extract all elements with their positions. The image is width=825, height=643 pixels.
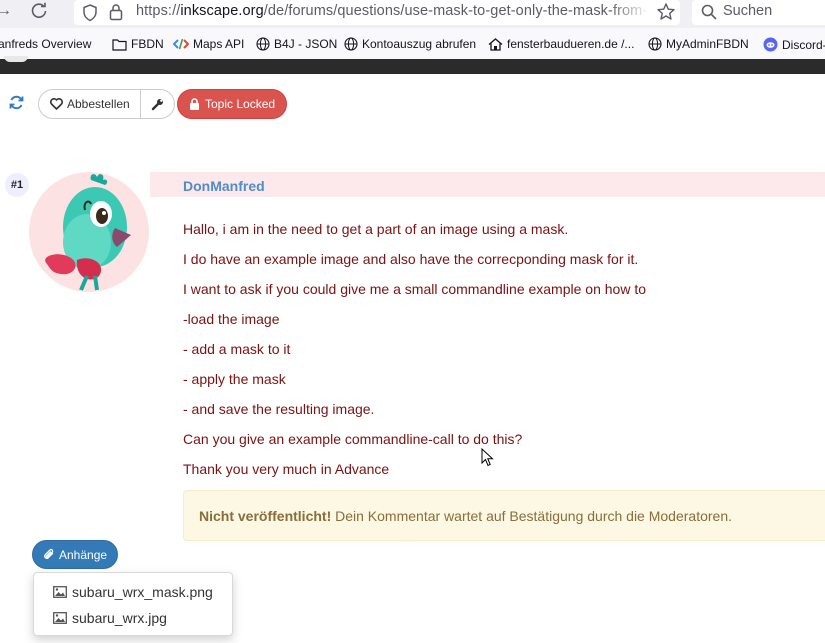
folder-icon: [112, 38, 127, 51]
post-line: Hallo, i am in the need to get a part of…: [183, 221, 569, 237]
code-icon: [173, 38, 189, 50]
attachments-label: Anhänge: [59, 547, 108, 562]
bookmarks-bar: anfreds Overview FBDN Maps API B4J - JSO…: [0, 28, 825, 60]
bookmark-label: FBDN: [131, 37, 164, 51]
unsubscribe-label: Abbestellen: [67, 97, 130, 111]
url-fade: [610, 0, 650, 25]
url-path: /de/forums/questions/use-mask-to-get-onl…: [263, 3, 648, 19]
post-line: I want to ask if you could give me a sma…: [183, 281, 647, 297]
subscription-button-group: Abbestellen: [38, 89, 175, 119]
wrench-icon: [151, 98, 163, 110]
bookmark-label: fensterbaudueren.de /...: [507, 37, 635, 51]
alert-text: Dein Kommentar wartet auf Bestätigung du…: [331, 508, 733, 524]
tools-button[interactable]: [141, 90, 174, 118]
globe-icon: [344, 37, 358, 51]
moderation-alert: Nicht veröffentlicht! Dein Kommentar war…: [183, 490, 825, 541]
bookmark-kontoauszug[interactable]: Kontoauszug abrufen: [344, 37, 476, 51]
back-arrow-icon[interactable]: →: [0, 2, 12, 20]
unsubscribe-button[interactable]: Abbestellen: [39, 90, 141, 118]
reload-icon[interactable]: [30, 2, 48, 20]
bookmark-label: Maps API: [193, 37, 245, 51]
post-line: Can you give an example commandline-call…: [183, 431, 523, 447]
post-body: Hallo, i am in the need to get a part of…: [183, 221, 823, 491]
bookmark-discord[interactable]: Discord-: [763, 37, 825, 52]
attachments-button[interactable]: Anhänge: [32, 540, 119, 569]
image-file-icon: [53, 586, 67, 598]
shield-icon[interactable]: [82, 4, 98, 22]
bookmark-fensterbau[interactable]: fensterbaudueren.de /...: [488, 37, 634, 51]
bookmark-label: B4J - JSON: [274, 37, 338, 51]
alert-strong: Nicht veröffentlicht!: [199, 508, 332, 524]
search-icon: [701, 4, 717, 20]
avatar[interactable]: [29, 172, 149, 292]
bookmark-label: Kontoauszug abrufen: [362, 37, 477, 51]
url-prefix: https://: [136, 3, 181, 19]
attachments-menu: subaru_wrx_mask.png subaru_wrx.jpg: [33, 572, 233, 636]
heart-icon: [50, 98, 63, 110]
post-line: -load the image: [183, 311, 280, 327]
attachment-filename: subaru_wrx_mask.png: [72, 584, 213, 600]
site-header: [0, 59, 825, 74]
topic-locked-button[interactable]: Topic Locked: [177, 89, 288, 119]
bird-avatar-icon: [45, 174, 131, 291]
paperclip-icon: [44, 548, 54, 559]
bookmark-b4j-json[interactable]: B4J - JSON: [256, 37, 337, 51]
bookmark-label: MyAdminFBDN: [666, 37, 749, 51]
post-line: Thank you very much in Advance: [183, 461, 390, 477]
attachment-item-image[interactable]: subaru_wrx.jpg: [53, 608, 167, 628]
post-number[interactable]: #1: [5, 173, 29, 197]
globe-icon: [256, 37, 270, 51]
mouse-cursor-icon: [481, 448, 494, 467]
lock-icon[interactable]: [108, 3, 124, 21]
house-icon: [488, 37, 503, 51]
refresh-icon[interactable]: [9, 95, 24, 110]
search-placeholder: Suchen: [723, 3, 773, 19]
bookmark-maps-api[interactable]: Maps API: [173, 37, 244, 51]
site-logo[interactable]: [4, 56, 28, 62]
topic-locked-label: Topic Locked: [205, 97, 276, 111]
lock-icon: [190, 98, 199, 110]
post-line: - add a mask to it: [183, 341, 291, 357]
attachment-filename: subaru_wrx.jpg: [72, 610, 167, 626]
url-domain: inkscape.org: [180, 3, 264, 19]
bookmark-manfreds-overview[interactable]: anfreds Overview: [0, 37, 91, 51]
url-text[interactable]: https://inkscape.org/de/forums/questions…: [136, 3, 648, 19]
globe-icon: [648, 37, 662, 51]
attachment-item-mask[interactable]: subaru_wrx_mask.png: [53, 582, 213, 602]
image-file-icon: [53, 612, 67, 624]
post-line: - apply the mask: [183, 371, 286, 387]
bookmark-label: Discord-: [782, 37, 825, 52]
bookmark-fbdn[interactable]: FBDN: [112, 37, 164, 51]
post-line: I do have an example image and also have…: [183, 251, 639, 267]
bookmark-myadminfbdn[interactable]: MyAdminFBDN: [648, 37, 749, 51]
post-author[interactable]: DonManfred: [183, 178, 265, 194]
post-line: - and save the resulting image.: [183, 401, 375, 417]
bookmark-label: anfreds Overview: [0, 37, 92, 51]
discord-icon: [763, 37, 778, 52]
star-bookmark-icon[interactable]: [656, 2, 676, 22]
